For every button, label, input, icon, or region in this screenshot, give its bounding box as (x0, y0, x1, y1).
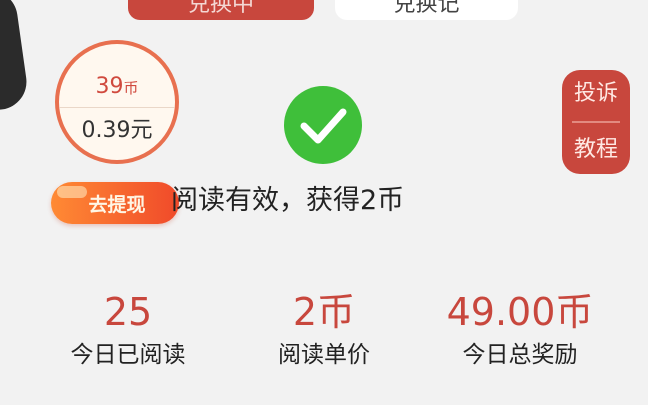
coin-divider (59, 107, 175, 108)
tutorial-button[interactable]: 教程 (562, 126, 630, 174)
side-divider (572, 121, 620, 123)
stat-total-reward: 49.00币 今日总奖励 (420, 290, 620, 370)
success-message: 阅读有效，获得2币 (171, 185, 405, 216)
stat-today-read-value: 25 (103, 290, 153, 334)
coin-yuan-value: 0.39元 (81, 118, 153, 143)
tab-exchanging[interactable]: 兑换中 (128, 0, 314, 20)
withdraw-button[interactable]: 去提现 (51, 182, 179, 224)
coin-amount: 39币 (59, 74, 175, 101)
complain-button[interactable]: 投诉 (562, 70, 630, 118)
stat-total-reward-value: 49.00币 (446, 290, 594, 334)
tab-exchange-record[interactable]: 兑换记 (335, 0, 518, 20)
tab-exchange-record-label: 兑换记 (393, 0, 460, 17)
coin-balance-circle: 39币 0.39元 (55, 40, 179, 164)
left-edge-decoration (0, 0, 31, 114)
side-action-panel: 投诉 教程 (562, 70, 630, 174)
stat-unit-price: 2币 阅读单价 (234, 290, 414, 370)
tab-exchanging-label: 兑换中 (187, 0, 254, 17)
stat-today-read: 25 今日已阅读 (38, 290, 218, 370)
coin-unit: 币 (123, 79, 139, 97)
withdraw-button-shine (57, 186, 87, 198)
stat-total-reward-label: 今日总奖励 (462, 342, 578, 368)
success-check-icon (284, 86, 362, 164)
stat-today-read-label: 今日已阅读 (70, 342, 186, 368)
stat-unit-price-value: 2币 (292, 290, 356, 334)
withdraw-button-label: 去提现 (88, 193, 146, 216)
stat-unit-price-label: 阅读单价 (278, 342, 370, 368)
coin-amount-value: 39 (95, 74, 124, 99)
